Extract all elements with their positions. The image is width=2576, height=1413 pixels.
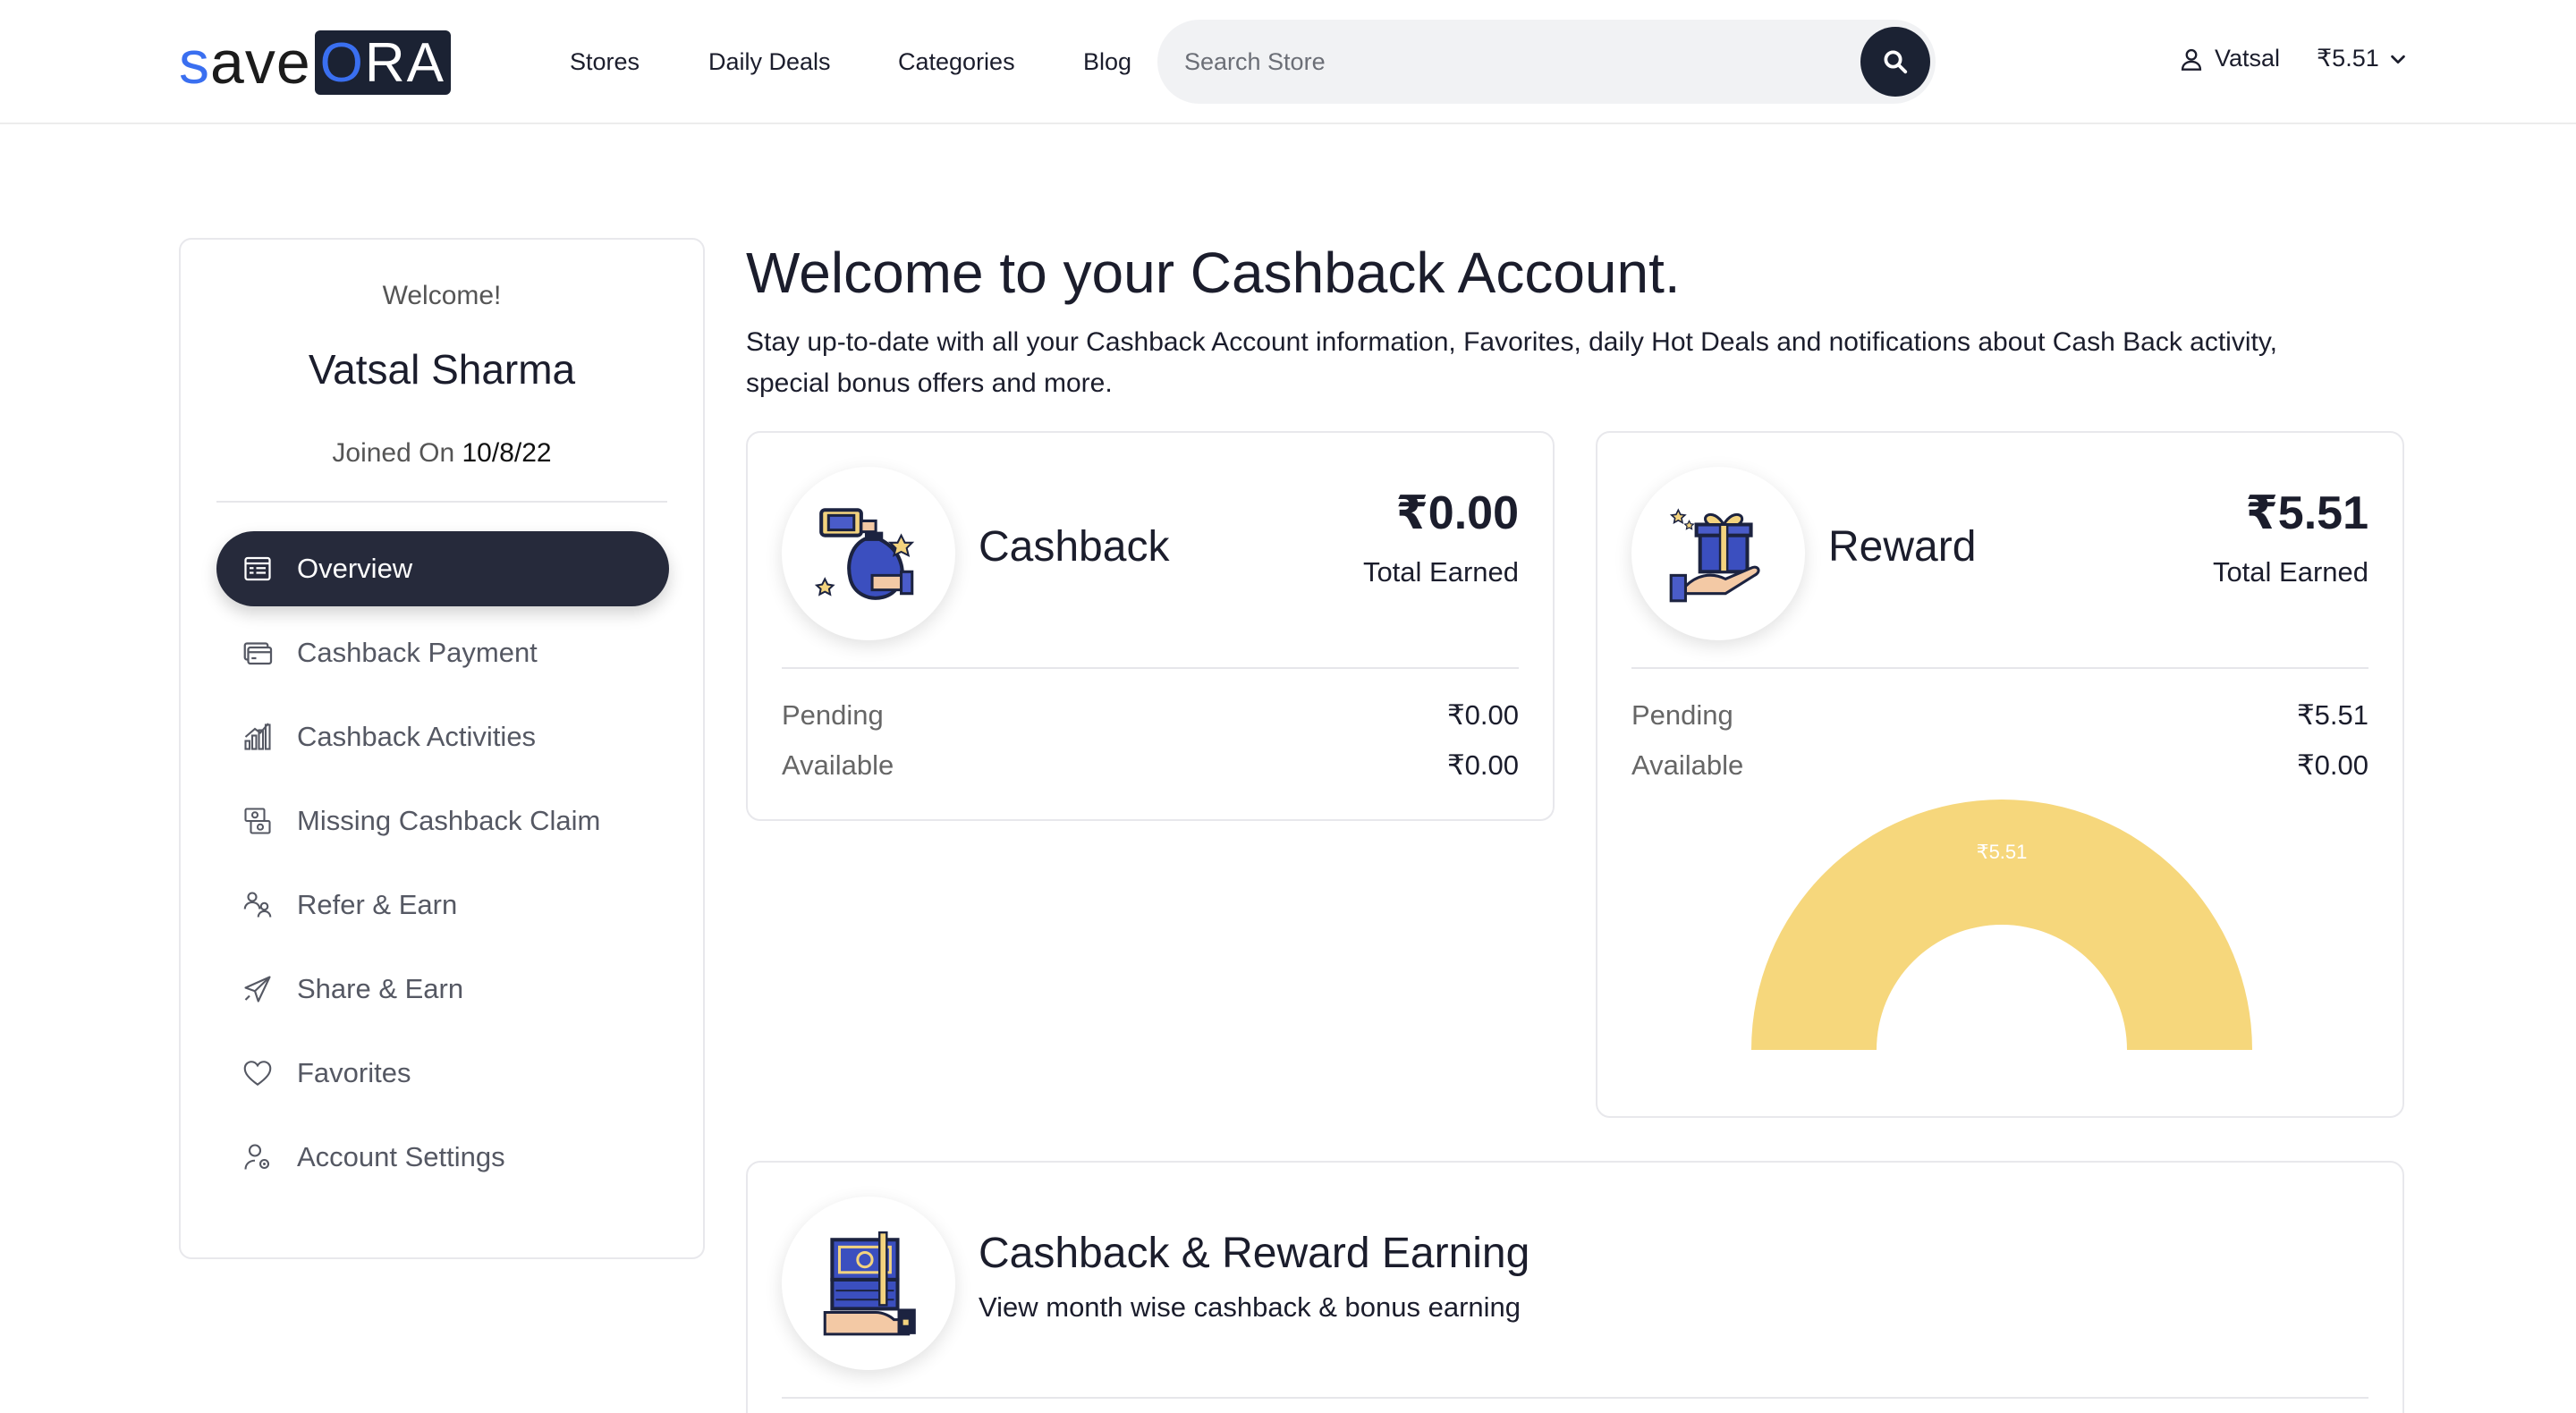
saveora-logo[interactable]: save O RA [179, 29, 452, 97]
sidebar-item-label: Favorites [297, 1057, 411, 1088]
reward-available-label: Available [1631, 749, 1744, 781]
cashback-total-label: Total Earned [1362, 556, 1519, 588]
sidebar-item-share-earn[interactable]: Share & Earn [216, 952, 669, 1027]
cashback-divider [782, 667, 1519, 669]
heart-icon [240, 1055, 275, 1091]
sidebar-item-label: Account Settings [297, 1141, 505, 1172]
nav-categories[interactable]: Categories [898, 48, 1015, 76]
earning-title: Cashback & Reward Earning [979, 1230, 1530, 1277]
chevron-down-icon [2390, 55, 2405, 63]
reward-gift-icon [1669, 508, 1760, 603]
cashback-available-row: Available ₹0.00 [782, 749, 1519, 782]
sidebar-item-label: Cashback Activities [297, 721, 537, 752]
sidebar-item-favorites[interactable]: Favorites [216, 1036, 669, 1111]
cashback-card: Cashback ₹0.00 Total Earned Pending ₹0.0… [746, 431, 1555, 821]
reward-available-row: Available ₹0.00 [1631, 749, 2368, 782]
cashback-money-bag-icon [814, 508, 915, 600]
cashback-pending-row: Pending ₹0.00 [782, 699, 1519, 732]
earning-cash-hand-icon [823, 1231, 916, 1336]
reward-card: Reward ₹5.51 Total Earned Pending ₹5.51 … [1596, 431, 2404, 1118]
reward-pending-value: ₹5.51 [2296, 699, 2368, 731]
sidebar-item-missing-cashback-claim[interactable]: Missing Cashback Claim [216, 783, 669, 859]
paper-plane-icon [240, 971, 275, 1007]
account-sidebar: Welcome! Vatsal Sharma Joined On 10/8/22… [179, 238, 705, 1259]
earning-subtitle: View month wise cashback & bonus earning [979, 1291, 1521, 1323]
balance-dropdown[interactable]: ₹5.51 [2317, 45, 2408, 72]
cashback-title: Cashback [979, 523, 1170, 571]
reward-title: Reward [1828, 523, 1977, 571]
claim-money-icon [240, 803, 275, 839]
reward-divider [1631, 667, 2368, 669]
sidebar-item-refer-earn[interactable]: Refer & Earn [216, 867, 669, 943]
reward-total-label: Total Earned [2212, 556, 2368, 588]
reward-total-amount: ₹5.51 [2245, 487, 2368, 539]
cashback-available-label: Available [782, 749, 894, 781]
sidebar-item-cashback-payment[interactable]: Cashback Payment [216, 615, 669, 690]
chart-data-label: ₹5.51 [1977, 841, 2028, 863]
joined-on: Joined On 10/8/22 [181, 438, 703, 469]
nav-blog[interactable]: Blog [1083, 48, 1131, 76]
user-menu[interactable]: Vatsal [2179, 45, 2280, 72]
refer-people-icon [240, 887, 275, 923]
nav-daily-deals[interactable]: Daily Deals [708, 48, 831, 76]
logo-suffix: O RA [314, 30, 452, 95]
activity-chart-icon [240, 719, 275, 755]
search-bar [1157, 20, 1936, 104]
sidebar-item-account-settings[interactable]: Account Settings [216, 1120, 669, 1195]
page-description: Stay up-to-date with all your Cashback A… [746, 327, 2277, 398]
sidebar-item-label: Missing Cashback Claim [297, 805, 601, 836]
chart-slice-pending[interactable] [1751, 800, 2252, 1050]
sidebar-item-label: Refer & Earn [297, 889, 458, 920]
sidebar-item-label: Overview [297, 553, 413, 584]
search-input[interactable] [1184, 20, 1828, 104]
reward-doughnut-chart: ₹5.51 [1751, 800, 2252, 1050]
payment-card-icon [240, 635, 275, 671]
sidebar-item-label: Share & Earn [297, 973, 464, 1004]
welcome-text: Welcome! [382, 281, 502, 310]
cashback-avatar [782, 467, 955, 640]
reward-available-value: ₹0.00 [2296, 749, 2368, 781]
account-settings-icon [240, 1139, 275, 1175]
logo-prefix: save [179, 29, 311, 97]
overview-icon [240, 551, 275, 587]
sidebar-divider [216, 501, 667, 503]
sidebar-item-cashback-activities[interactable]: Cashback Activities [216, 699, 669, 774]
cashback-pending-label: Pending [782, 699, 884, 731]
earning-card: Cashback & Reward Earning View month wis… [746, 1161, 2404, 1413]
search-icon [1884, 50, 1908, 74]
reward-pending-row: Pending ₹5.51 [1631, 699, 2368, 732]
sidebar-item-label: Cashback Payment [297, 637, 538, 668]
earning-avatar [782, 1197, 955, 1370]
nav-stores[interactable]: Stores [570, 48, 640, 76]
page-title: Welcome to your Cashback Account. [746, 241, 1681, 305]
earning-divider [782, 1397, 2368, 1399]
reward-pending-label: Pending [1631, 699, 1733, 731]
user-full-name: Vatsal Sharma [308, 346, 576, 393]
joined-date: 10/8/22 [462, 438, 552, 468]
top-navbar: save O RA Stores Daily Deals Categories B… [0, 0, 2576, 124]
sidebar-item-overview[interactable]: Overview [216, 531, 669, 606]
user-icon [2181, 48, 2202, 71]
cashback-pending-value: ₹0.00 [1446, 699, 1519, 731]
cashback-available-value: ₹0.00 [1446, 749, 1519, 781]
cashback-total-amount: ₹0.00 [1395, 487, 1519, 539]
joined-label: Joined On [332, 438, 455, 468]
header-balance: ₹5.51 [2317, 45, 2379, 72]
search-button[interactable] [1860, 27, 1930, 97]
reward-avatar [1631, 467, 1805, 640]
user-name: Vatsal [2215, 45, 2281, 72]
